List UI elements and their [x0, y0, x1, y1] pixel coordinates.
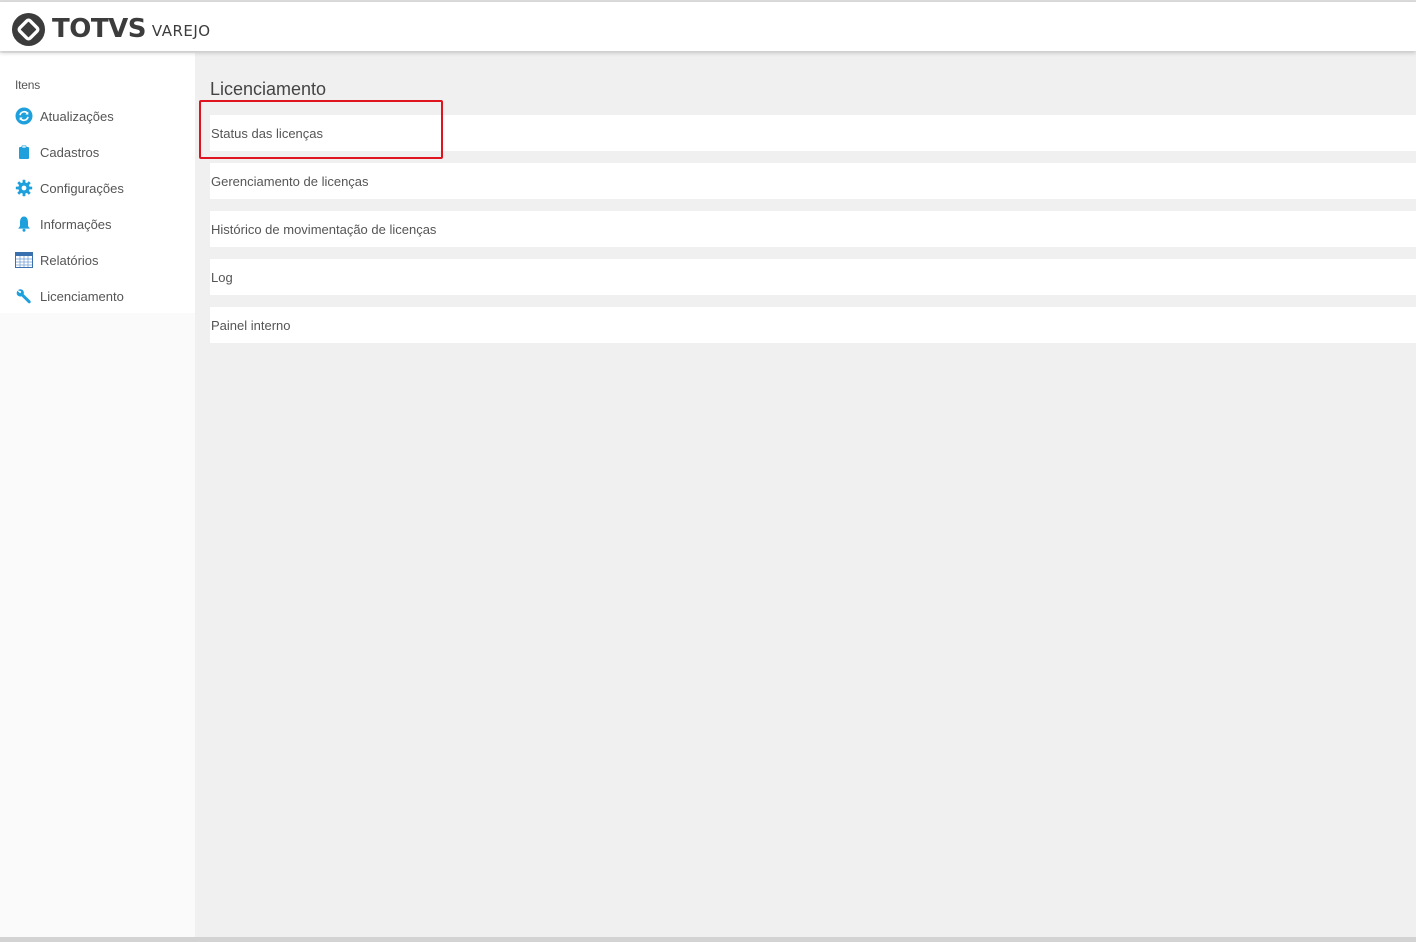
sidebar-item-configuracoes[interactable]: Configurações	[15, 176, 124, 200]
main-content: Licenciamento Status das licenças Gerenc…	[195, 53, 1416, 937]
gear-icon	[15, 179, 33, 197]
sidebar-item-label: Cadastros	[40, 144, 100, 160]
sidebar-item-atualizacoes[interactable]: Atualizações	[15, 104, 114, 128]
sidebar-menu: Itens Atualizações Cadastros Configuraçõ…	[0, 53, 195, 313]
refresh-icon	[15, 107, 33, 125]
list-item-status-das-licencas[interactable]: Status das licenças	[210, 115, 1416, 151]
sidebar-item-licenciamento[interactable]: Licenciamento	[15, 284, 124, 308]
sidebar-item-label: Licenciamento	[40, 288, 124, 304]
sidebar-item-label: Configurações	[40, 180, 124, 196]
totvs-logo[interactable]: TOTVS VAREJO	[11, 11, 211, 47]
list-item-label: Painel interno	[211, 317, 291, 333]
page-title: Licenciamento	[210, 79, 327, 99]
product-name: VAREJO	[151, 22, 211, 40]
app-header: TOTVS VAREJO	[0, 2, 1416, 51]
list-item-log[interactable]: Log	[210, 259, 1416, 295]
sidebar-item-label: Informações	[40, 216, 112, 232]
list-item-label: Gerenciamento de licenças	[211, 173, 369, 189]
list-item-label: Histórico de movimentação de licenças	[211, 221, 437, 237]
totvs-logo-icon	[11, 12, 46, 46]
list-item-gerenciamento-de-licencas[interactable]: Gerenciamento de licenças	[210, 163, 1416, 199]
sidebar-item-label: Relatórios	[40, 252, 99, 268]
bell-icon	[15, 215, 33, 233]
sidebar-item-cadastros[interactable]: Cadastros	[15, 140, 99, 164]
sidebar-item-relatorios[interactable]: Relatórios	[15, 248, 99, 272]
list-item-historico-de-movimentacao[interactable]: Histórico de movimentação de licenças	[210, 211, 1416, 247]
sidebar: Itens Atualizações Cadastros Configuraçõ…	[0, 53, 195, 937]
list-item-label: Log	[211, 269, 233, 285]
list-item-label: Status das licenças	[211, 125, 324, 141]
sidebar-item-informacoes[interactable]: Informações	[15, 212, 112, 236]
bottom-bar	[0, 937, 1416, 942]
sidebar-item-label: Atualizações	[40, 108, 114, 124]
report-grid-icon	[15, 251, 33, 269]
clipboard-icon	[15, 143, 33, 161]
list-item-painel-interno[interactable]: Painel interno	[210, 307, 1416, 343]
wrench-icon	[15, 287, 33, 305]
brand-name: TOTVS	[52, 14, 146, 44]
sidebar-title: Itens	[15, 78, 41, 92]
